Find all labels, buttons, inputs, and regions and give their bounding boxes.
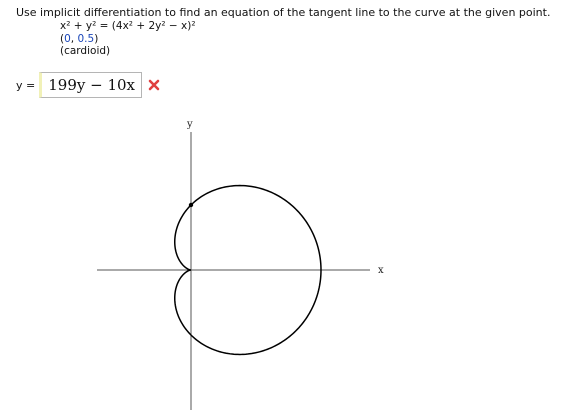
cardioid-graph: x y: [97, 119, 384, 410]
y-axis-label: y: [186, 119, 193, 130]
x-axis-label: x: [378, 265, 384, 276]
point-marker: [188, 202, 194, 208]
